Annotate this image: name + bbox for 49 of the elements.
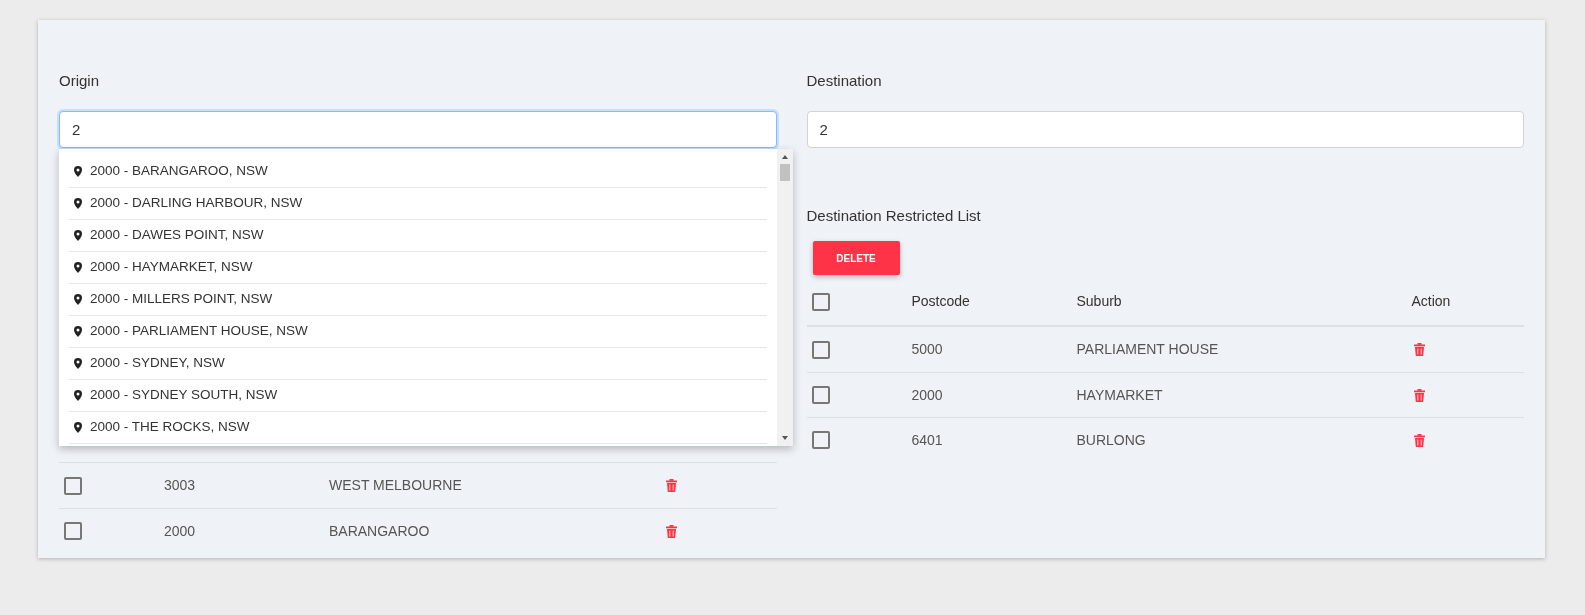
map-pin-icon — [74, 422, 82, 433]
field-label: Origin — [59, 71, 100, 91]
section-title: Destination Restricted List — [806, 206, 982, 226]
trash-icon[interactable] — [1413, 343, 1425, 356]
postcode-cell-text: 3003 — [164, 476, 197, 495]
suggestion-item[interactable]: 2000 - HAYMARKET, NSW — [69, 252, 767, 284]
suburb-cell-text: HAYMARKET — [1076, 385, 1164, 405]
suggestion-item[interactable]: 2000 - BARANGAROO, NSW — [69, 156, 767, 188]
delete-button[interactable]: DELETE — [812, 241, 900, 275]
origin-field[interactable]: 2 — [59, 111, 777, 148]
field-label: Destination — [806, 71, 883, 91]
suggestion-item[interactable]: 2000 - MILLERS POINT, NSW — [69, 284, 767, 316]
map-pin-icon — [74, 230, 82, 241]
postcode-cell-text: 2000 — [164, 521, 197, 541]
column-header: Postcode — [911, 292, 971, 311]
postcode-cell-text: 6401 — [911, 430, 944, 450]
suggestion-item[interactable]: 2000 - THE ROCKS, NSW — [69, 412, 767, 444]
trash-icon[interactable] — [666, 524, 677, 538]
checkbox[interactable] — [64, 522, 82, 540]
checkbox[interactable] — [811, 292, 830, 311]
map-pin-icon — [74, 198, 82, 209]
postcode-cell-text: 2000 — [911, 385, 944, 405]
checkbox[interactable] — [811, 431, 830, 449]
suggestion-item[interactable]: 2000 - SYDNEY SOUTH, NSW — [69, 380, 767, 412]
checkbox[interactable] — [64, 476, 82, 495]
trash-icon[interactable] — [1413, 433, 1425, 447]
checkbox[interactable] — [811, 386, 830, 404]
suggestion-item[interactable]: 2000 - SYDNEY, NSW — [69, 348, 767, 380]
postcode-cell-text: 5000 — [911, 340, 944, 359]
checkbox[interactable] — [811, 340, 830, 359]
scrollbar[interactable] — [777, 149, 793, 446]
suggestion-item[interactable]: 2000 - DARLING HARBOUR, NSW — [69, 188, 767, 220]
destination-field[interactable]: 2 — [806, 111, 1524, 148]
trash-icon[interactable] — [1413, 388, 1425, 402]
suburb-cell-text: BURLONG — [1076, 430, 1147, 450]
column-header: Suburb — [1076, 292, 1123, 311]
map-pin-icon — [74, 358, 82, 369]
suburb-cell-text: WEST MELBOURNE — [329, 476, 463, 495]
suburb-cell-text: BARANGAROO — [329, 521, 431, 541]
trash-icon[interactable] — [666, 479, 677, 492]
suggestion-item[interactable]: 2000 - DAWES POINT, NSW — [69, 220, 767, 252]
map-pin-icon — [74, 294, 82, 305]
map-pin-icon — [74, 390, 82, 401]
map-pin-icon — [74, 262, 82, 273]
map-pin-icon — [74, 166, 82, 177]
suggestion-item[interactable]: 2000 - PARLIAMENT HOUSE, NSW — [69, 316, 767, 348]
column-header: Action — [1411, 292, 1451, 311]
suburb-cell-text: PARLIAMENT HOUSE — [1076, 340, 1220, 359]
map-pin-icon — [74, 326, 82, 337]
